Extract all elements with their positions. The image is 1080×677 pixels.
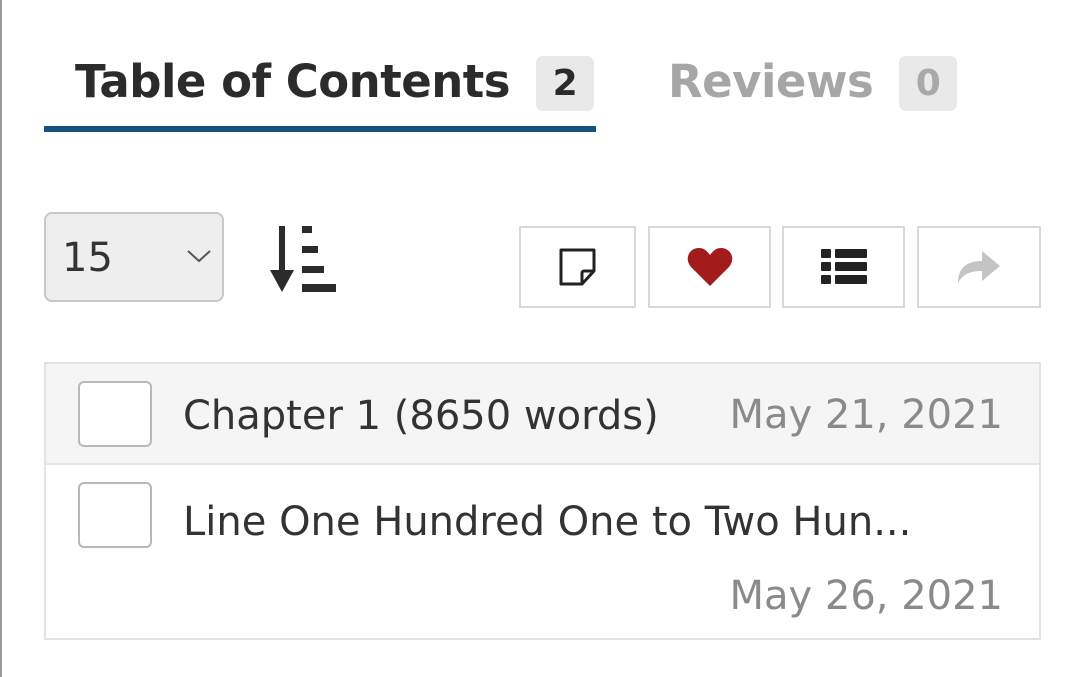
share-button[interactable]: [917, 226, 1041, 308]
toc-count-badge: 2: [536, 56, 595, 111]
chapter-title-link[interactable]: Line One Hundred One to Two Hun...: [183, 495, 911, 549]
note-icon: [559, 248, 595, 286]
note-button[interactable]: [519, 226, 636, 308]
list-item: Chapter 1 (8650 words) May 21, 2021: [46, 364, 1039, 465]
sort-descending-icon: [270, 226, 336, 292]
tab-reviews[interactable]: Reviews 0: [668, 52, 958, 126]
tab-label-toc: Table of Contents: [75, 55, 511, 108]
reading-list-button[interactable]: [782, 226, 905, 308]
chapter-list: Chapter 1 (8650 words) May 21, 2021 Line…: [44, 362, 1041, 640]
chapter-date: May 21, 2021: [729, 392, 1003, 438]
chapter-checkbox[interactable]: [78, 381, 152, 447]
list-item: Line One Hundred One to Two Hun... May 2…: [46, 465, 1039, 638]
chapter-date: May 26, 2021: [729, 573, 1003, 619]
tab-bar: Table of Contents 2 Reviews 0: [44, 52, 1044, 132]
tab-label-reviews: Reviews: [668, 55, 874, 108]
story-panel: Table of Contents 2 Reviews 0 15 Chapter…: [0, 0, 1080, 677]
favorite-button[interactable]: [648, 226, 771, 308]
per-page-select[interactable]: 15: [44, 212, 224, 302]
heart-icon: [687, 248, 732, 286]
chevron-down-icon: [187, 250, 211, 263]
chapter-checkbox[interactable]: [78, 482, 152, 548]
sort-order-button[interactable]: [268, 224, 338, 294]
per-page-value: 15: [62, 235, 113, 281]
reviews-count-badge: 0: [899, 56, 958, 111]
tab-table-of-contents[interactable]: Table of Contents 2: [44, 52, 596, 132]
chapter-title-link[interactable]: Chapter 1 (8650 words): [183, 389, 659, 443]
share-arrow-icon: [958, 251, 1000, 283]
list-icon: [820, 249, 867, 284]
